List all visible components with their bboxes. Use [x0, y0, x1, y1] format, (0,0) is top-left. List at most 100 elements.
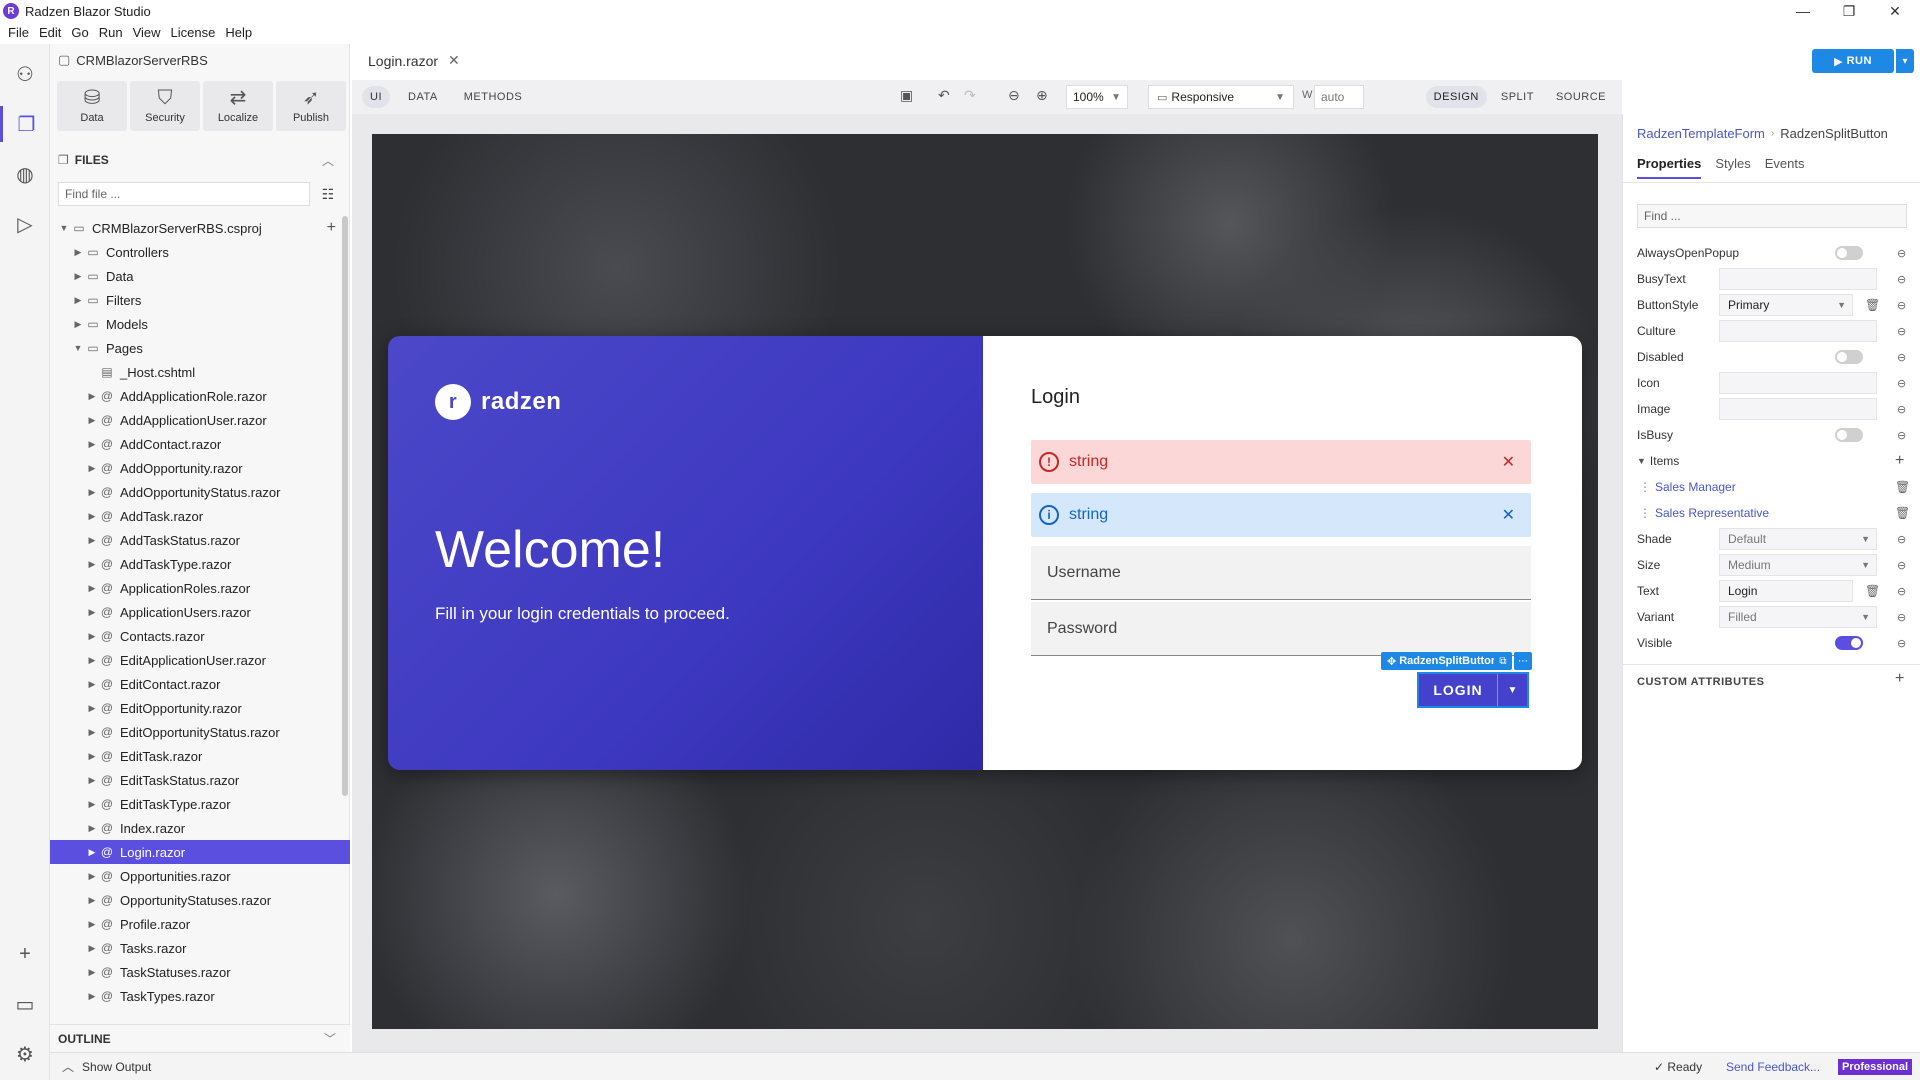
chevron-down-icon[interactable]: ▼	[72, 343, 84, 353]
tree-view-toggle-icon[interactable]: ☷	[316, 182, 340, 206]
link-icon[interactable]: ⊖	[1897, 533, 1906, 546]
file-tree-item[interactable]: ▶ @ AddApplicationRole.razor	[50, 384, 350, 408]
file-tree-item[interactable]: ▶ @ ApplicationUsers.razor	[50, 600, 350, 624]
chevron-down-icon[interactable]: ▼	[1637, 456, 1646, 466]
close-alert-icon[interactable]: ✕	[1502, 505, 1515, 525]
chevron-right-icon[interactable]: ▶	[86, 487, 98, 498]
link-icon[interactable]: ⊖	[1897, 403, 1906, 416]
link-icon[interactable]: ⊖	[1897, 325, 1906, 338]
add-attribute-icon[interactable]: +	[1895, 670, 1904, 688]
login-card[interactable]: r radzen Welcome! Fill in your login cre…	[388, 336, 1582, 770]
link-icon[interactable]: ⊖	[1897, 559, 1906, 572]
login-card-brand-panel[interactable]: r radzen Welcome! Fill in your login cre…	[388, 336, 983, 770]
trash-icon[interactable]: 🗑	[1865, 584, 1880, 598]
files-icon[interactable]: ❐	[0, 106, 50, 142]
chevron-right-icon[interactable]: ▶	[86, 439, 98, 450]
file-tree-item[interactable]: ▶ ▭ Models	[50, 312, 350, 336]
file-tree-item[interactable]: ▶ ▭ Controllers	[50, 240, 350, 264]
username-field[interactable]: Username	[1031, 546, 1531, 600]
password-field[interactable]: Password	[1031, 602, 1531, 656]
split-view-button[interactable]: SPLIT	[1493, 86, 1542, 108]
button-style-select[interactable]: Primary ▼	[1719, 294, 1853, 316]
link-icon[interactable]: ⊖	[1897, 351, 1906, 364]
zoom-out-icon[interactable]: ⊖	[1008, 87, 1020, 104]
file-tree-item[interactable]: ▶ @ AddOpportunity.razor	[50, 456, 350, 480]
link-icon[interactable]: ⊖	[1897, 585, 1906, 598]
add-item-icon[interactable]: +	[1895, 452, 1904, 470]
chevron-right-icon[interactable]: ▶	[86, 511, 98, 522]
run-button[interactable]: ▶ RUN	[1812, 49, 1894, 73]
login-form-panel[interactable]: Login ! string ✕ i string ✕ Username Pas…	[983, 336, 1582, 770]
tab-methods[interactable]: METHODS	[456, 86, 531, 108]
file-tree-item[interactable]: ▶ ▭ Filters	[50, 288, 350, 312]
menu-help[interactable]: Help	[225, 25, 252, 40]
tab-login-razor[interactable]: Login.razor ✕	[368, 52, 460, 69]
icon-input[interactable]	[1719, 372, 1877, 394]
file-tree-item[interactable]: ▶ @ EditContact.razor	[50, 672, 350, 696]
link-icon[interactable]: ⊖	[1897, 611, 1906, 624]
chevron-right-icon[interactable]: ▶	[72, 247, 84, 258]
chevron-right-icon[interactable]: ▶	[86, 991, 98, 1002]
prop-items[interactable]: ▼ Items +	[1637, 448, 1911, 474]
chevron-right-icon[interactable]: ▶	[86, 655, 98, 666]
chevron-right-icon[interactable]: ▶	[86, 799, 98, 810]
split-button-dropdown-icon[interactable]: ▼	[1497, 674, 1527, 706]
login-button[interactable]: LOGIN	[1419, 674, 1497, 706]
run-debug-icon[interactable]: ▷	[0, 206, 50, 242]
chevron-right-icon[interactable]: ▶	[86, 943, 98, 954]
file-tree-item[interactable]: ▶ @ EditTaskStatus.razor	[50, 768, 350, 792]
is-busy-toggle[interactable]	[1835, 428, 1863, 442]
drag-handle-icon[interactable]: ⋮	[1639, 480, 1651, 494]
culture-input[interactable]	[1719, 320, 1877, 342]
text-input[interactable]: Login	[1719, 580, 1853, 602]
chevron-right-icon[interactable]: ▶	[86, 847, 98, 858]
security-tool-button[interactable]: ⛉ Security	[130, 81, 200, 131]
info-alert[interactable]: i string ✕	[1031, 493, 1531, 537]
variant-select[interactable]: Filled ▼	[1719, 606, 1877, 628]
file-tree-item[interactable]: ▶ @ EditApplicationUser.razor	[50, 648, 350, 672]
maximize-button[interactable]: ❐	[1826, 0, 1872, 22]
run-options-chevron-icon[interactable]: ▾	[1896, 49, 1914, 73]
file-tree-item[interactable]: ▶ @ Contacts.razor	[50, 624, 350, 648]
show-output-button[interactable]: ︿ Show Output	[62, 1058, 151, 1075]
welcome-heading[interactable]: Welcome!	[435, 520, 665, 580]
visible-toggle[interactable]	[1835, 636, 1863, 650]
chevron-up-icon[interactable]: ︿	[322, 152, 334, 169]
component-selection-tag[interactable]: ✥ RadzenSplitButton	[1381, 652, 1504, 670]
busy-text-input[interactable]	[1719, 268, 1877, 290]
close-alert-icon[interactable]: ✕	[1502, 452, 1515, 472]
link-icon[interactable]: ⊖	[1897, 377, 1906, 390]
image-input[interactable]	[1719, 398, 1877, 420]
chevron-right-icon[interactable]: ▶	[86, 559, 98, 570]
menu-view[interactable]: View	[133, 25, 161, 40]
item-sales-representative[interactable]: Sales Representative	[1655, 506, 1769, 520]
file-tree-item[interactable]: ▶ @ AddContact.razor	[50, 432, 350, 456]
tab-data[interactable]: DATA	[400, 86, 446, 108]
file-tree-item[interactable]: ▶ @ Profile.razor	[50, 912, 350, 936]
link-icon[interactable]: ⊖	[1897, 429, 1906, 442]
chevron-right-icon[interactable]: ▶	[72, 295, 84, 306]
breadcrumb-parent-link[interactable]: RadzenTemplateForm	[1637, 126, 1765, 141]
tab-ui[interactable]: UI	[362, 86, 390, 108]
link-icon[interactable]: ⊖	[1897, 273, 1906, 286]
component-select-parent-icon[interactable]: ⧉	[1494, 652, 1512, 670]
login-split-button[interactable]: LOGIN ▼	[1417, 672, 1529, 708]
file-tree-item[interactable]: ▶ @ TaskTypes.razor	[50, 984, 350, 1008]
find-file-input[interactable]	[58, 182, 310, 206]
chevron-down-icon[interactable]: ﹀	[324, 1030, 336, 1047]
source-view-button[interactable]: SOURCE	[1548, 86, 1614, 108]
chevron-right-icon[interactable]: ▶	[86, 583, 98, 594]
zoom-select[interactable]: 100% ▼	[1066, 85, 1128, 109]
file-tree-item[interactable]: ▶ @ AddTaskType.razor	[50, 552, 350, 576]
palette-icon[interactable]: ◍	[0, 156, 50, 192]
redo-icon[interactable]: ↷	[964, 87, 976, 104]
file-tree-item[interactable]: ▶ @ EditTask.razor	[50, 744, 350, 768]
file-tree-item[interactable]: ▶ ▭ Data	[50, 264, 350, 288]
file-tree-item[interactable]: ▶ @ AddApplicationUser.razor	[50, 408, 350, 432]
new-project-icon[interactable]: +	[0, 936, 50, 972]
file-tree-item[interactable]: ▶ @ EditTaskType.razor	[50, 792, 350, 816]
shade-select[interactable]: Default ▼	[1719, 528, 1877, 550]
chevron-right-icon[interactable]: ▶	[86, 919, 98, 930]
size-select[interactable]: Medium ▼	[1719, 554, 1877, 576]
settings-gear-icon[interactable]: ⚙	[0, 1036, 50, 1072]
